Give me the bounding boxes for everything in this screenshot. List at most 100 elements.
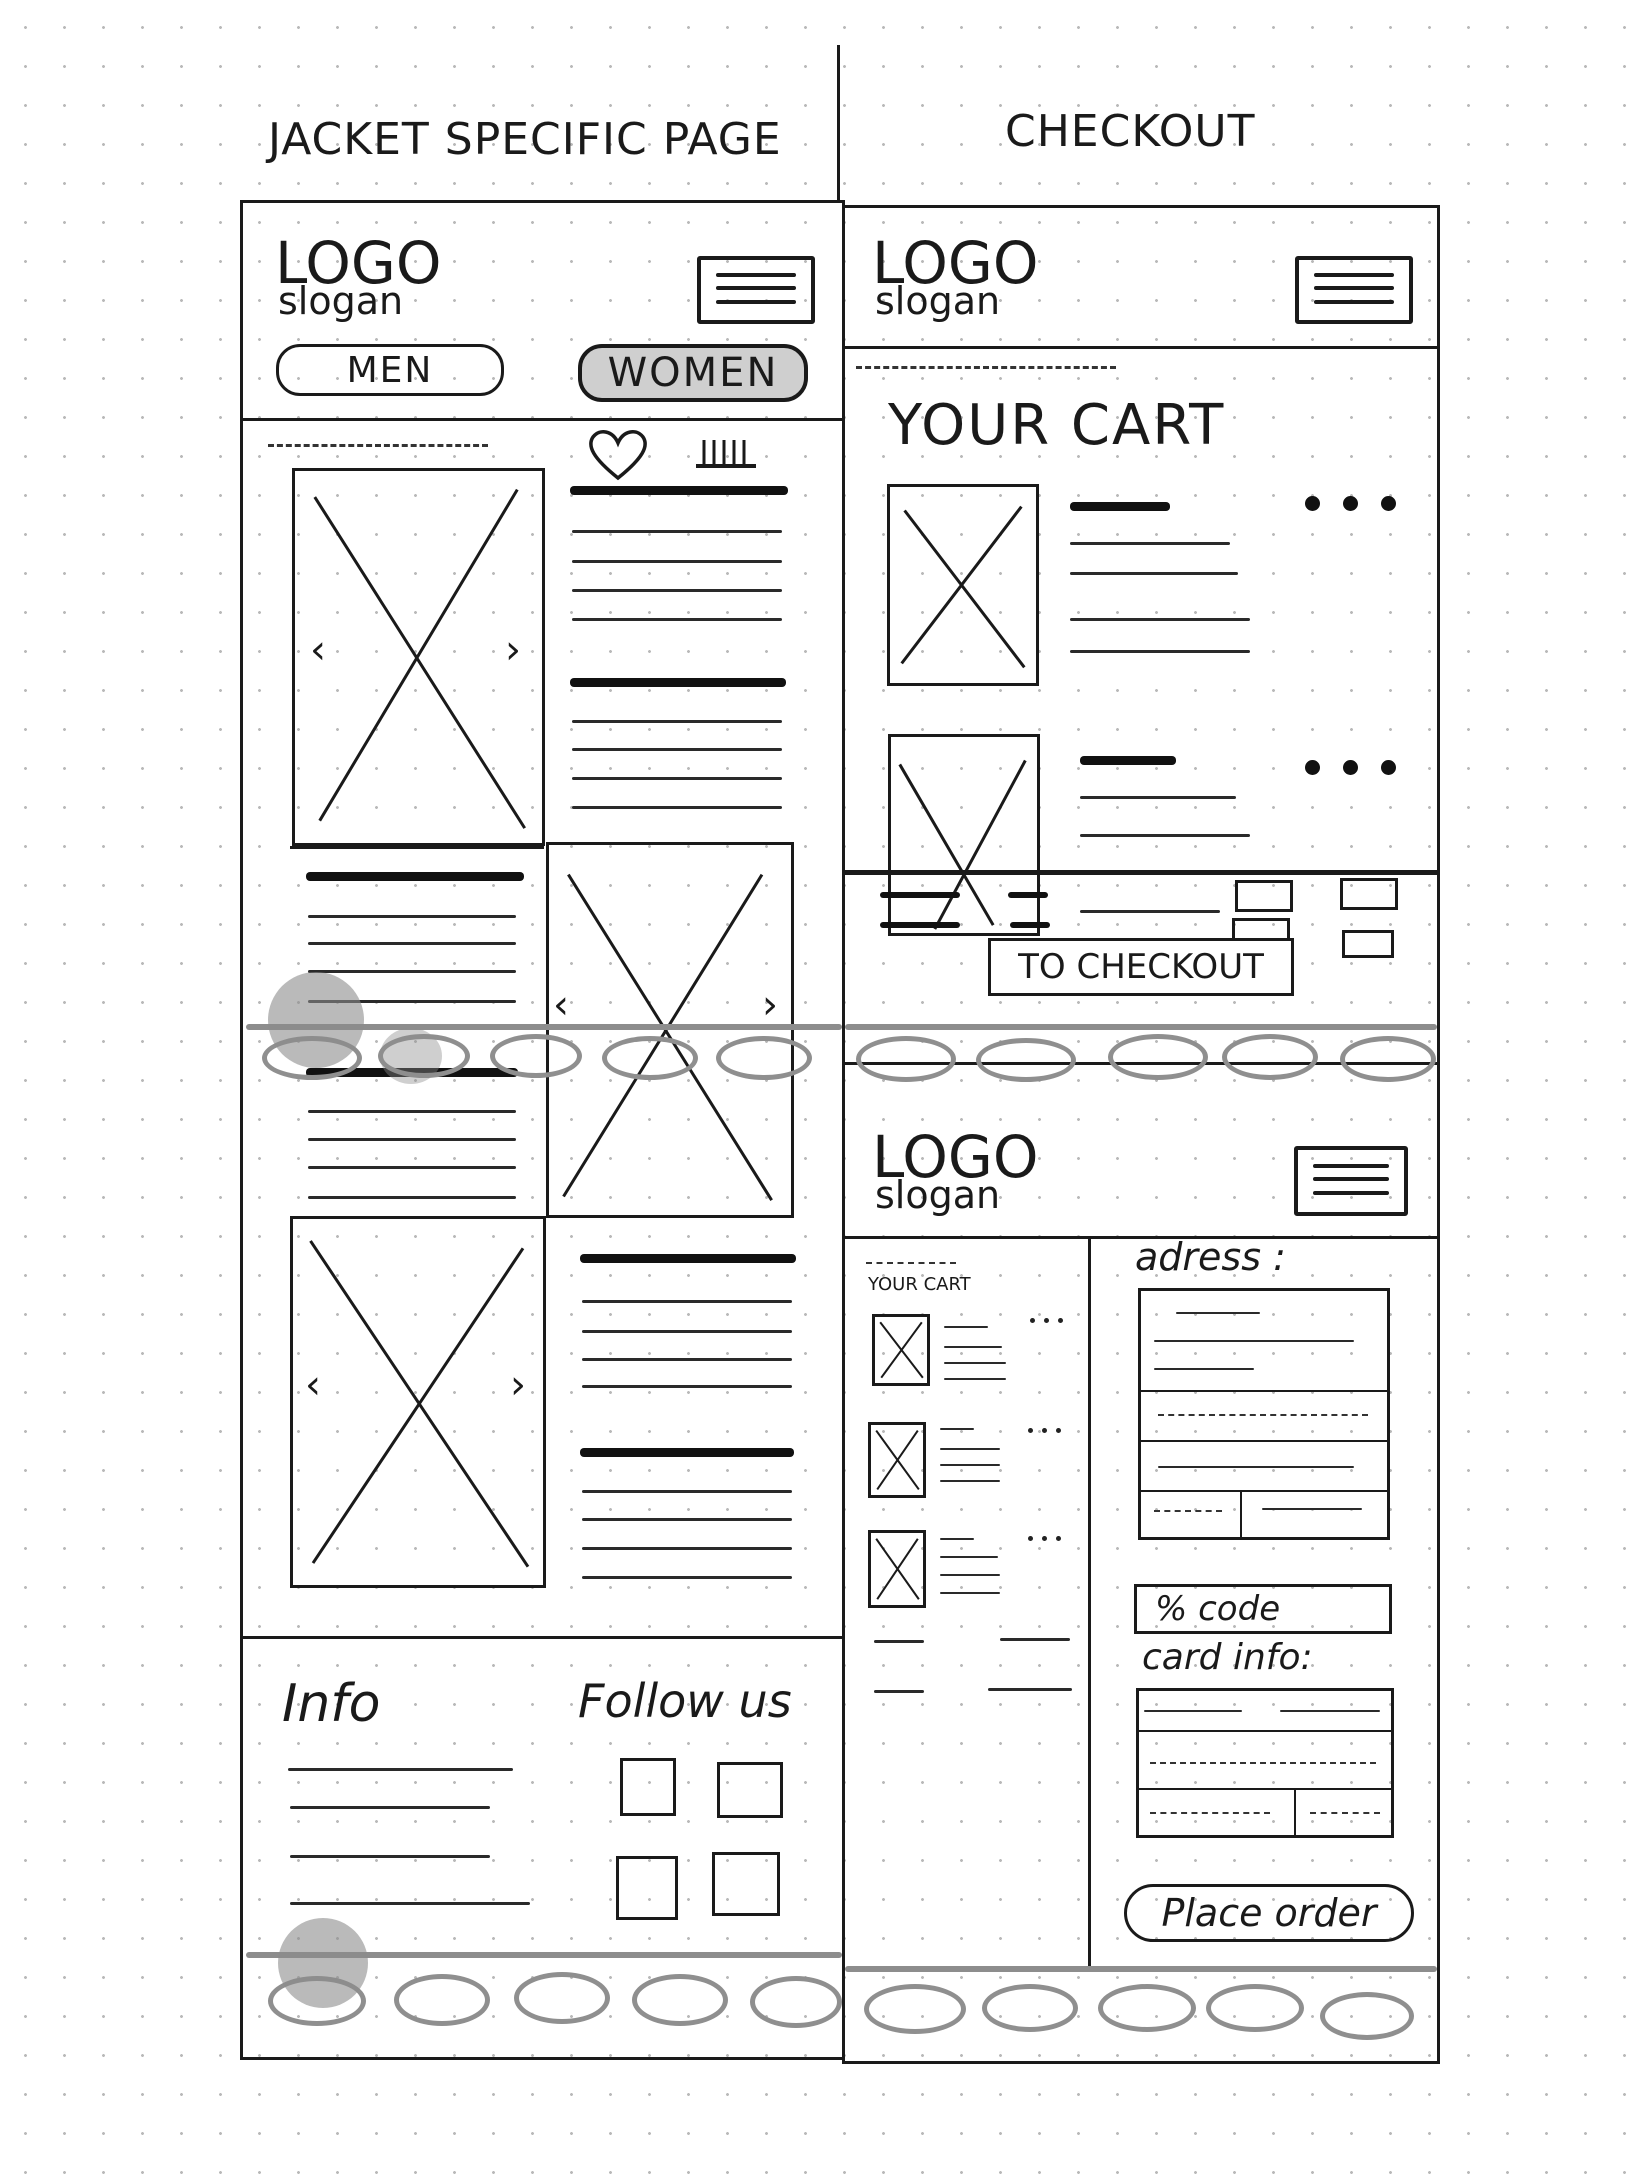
- more-options-icon[interactable]: [1028, 1428, 1068, 1434]
- carousel-prev-icon[interactable]: ‹: [553, 985, 569, 1025]
- carousel-prev-icon[interactable]: ‹: [305, 1365, 321, 1405]
- small-cart-line: [940, 1464, 1000, 1466]
- quantity-field[interactable]: [1340, 878, 1398, 910]
- product-image-3[interactable]: [290, 1216, 546, 1588]
- summary-line: [880, 922, 960, 928]
- bottom-nav-item[interactable]: [1320, 1992, 1414, 2040]
- summary-line: [880, 892, 960, 898]
- breadcrumb[interactable]: [268, 444, 488, 447]
- summary-line: [1008, 892, 1048, 898]
- small-cart-line: [940, 1556, 998, 1558]
- summary-line: [1080, 910, 1220, 913]
- bottom-nav-item[interactable]: [982, 1984, 1078, 2032]
- bottom-nav-item[interactable]: [716, 1036, 812, 1080]
- product-image-2[interactable]: [546, 842, 794, 1218]
- bottom-nav-item[interactable]: [976, 1038, 1076, 1082]
- bottom-nav-item[interactable]: [602, 1036, 698, 1080]
- small-cart-item-image: [868, 1422, 926, 1498]
- product-title: [570, 678, 786, 687]
- address-field-line: [1154, 1340, 1354, 1342]
- desc-line: [582, 1358, 792, 1361]
- desc-line: [572, 589, 782, 592]
- card-field-line: [1150, 1762, 1376, 1764]
- footer-follow-heading: Follow us: [578, 1674, 792, 1728]
- bottom-nav-item[interactable]: [514, 1972, 610, 2024]
- bottom-nav-item[interactable]: [750, 1976, 842, 2028]
- more-options-icon[interactable]: [1028, 1536, 1068, 1542]
- social-icon[interactable]: [616, 1856, 678, 1920]
- bottom-nav-item[interactable]: [394, 1974, 490, 2026]
- desc-line: [308, 1138, 516, 1141]
- small-cart-line: [944, 1378, 1006, 1380]
- social-icon[interactable]: [717, 1762, 783, 1818]
- bottom-nav-item[interactable]: [1206, 1984, 1304, 2032]
- cart-item-line: [1070, 572, 1238, 575]
- bottom-nav-bar: [845, 1024, 1437, 1030]
- product-title: [570, 486, 788, 495]
- carousel-next-icon[interactable]: ›: [762, 985, 778, 1025]
- hamburger-menu-icon[interactable]: [1294, 1146, 1408, 1216]
- card-field-line: [1150, 1812, 1270, 1814]
- more-options-icon[interactable]: [1030, 1318, 1070, 1324]
- small-cart-total: [874, 1690, 924, 1693]
- carousel-next-icon[interactable]: ›: [505, 630, 521, 670]
- card-field-divider: [1139, 1788, 1391, 1790]
- touch-indicator: [268, 972, 364, 1068]
- breadcrumb[interactable]: [856, 366, 1116, 369]
- bottom-nav-bar: [845, 1966, 1437, 1972]
- place-order-button[interactable]: Place order: [1124, 1884, 1414, 1942]
- small-cart-total: [1000, 1638, 1070, 1641]
- desc-line: [572, 618, 782, 621]
- cart-item-image: [888, 734, 1040, 936]
- address-field-line: [1262, 1508, 1362, 1510]
- bottom-nav-item[interactable]: [864, 1984, 966, 2034]
- cart-item-line: [1070, 650, 1250, 653]
- bottom-nav-item[interactable]: [1340, 1036, 1436, 1082]
- bottom-nav-item[interactable]: [632, 1974, 728, 2026]
- desc-line: [582, 1547, 792, 1550]
- summary-line: [1010, 922, 1050, 928]
- footer-link[interactable]: [290, 1855, 490, 1858]
- small-cart-total: [874, 1640, 924, 1643]
- bottom-nav-item[interactable]: [490, 1034, 582, 1078]
- women-button[interactable]: WOMEN: [578, 344, 808, 402]
- heart-icon[interactable]: [585, 428, 651, 481]
- bottom-nav-item[interactable]: [1222, 1034, 1318, 1080]
- footer-link[interactable]: [290, 1806, 490, 1809]
- cart-summary-divider: [845, 870, 1437, 875]
- footer-info-heading: Info: [282, 1674, 381, 1734]
- footer-link[interactable]: [290, 1902, 530, 1905]
- bottom-nav-item[interactable]: [1098, 1984, 1196, 2032]
- more-options-icon[interactable]: [1305, 496, 1405, 514]
- header-divider: [243, 418, 843, 421]
- hamburger-menu-icon[interactable]: [697, 256, 815, 324]
- ruler-icon[interactable]: [694, 434, 758, 470]
- right-column-heading: CHECKOUT: [1005, 106, 1256, 157]
- address-field-line: [1158, 1466, 1354, 1468]
- breadcrumb[interactable]: [866, 1262, 956, 1264]
- men-button[interactable]: MEN: [276, 344, 504, 396]
- card-info-label: card info:: [1142, 1637, 1313, 1678]
- cart-item-title: [1070, 502, 1170, 511]
- desc-line: [308, 970, 516, 973]
- small-cart-line: [940, 1592, 1000, 1594]
- card-field-divider: [1139, 1730, 1391, 1732]
- quantity-field[interactable]: [1235, 880, 1293, 912]
- quantity-field[interactable]: [1342, 930, 1394, 958]
- bottom-nav-item[interactable]: [1108, 1034, 1208, 1080]
- more-options-icon[interactable]: [1305, 760, 1405, 778]
- carousel-next-icon[interactable]: ›: [510, 1365, 526, 1405]
- hamburger-menu-icon[interactable]: [1295, 256, 1413, 324]
- social-icon[interactable]: [712, 1852, 780, 1916]
- carousel-prev-icon[interactable]: ‹: [310, 630, 326, 670]
- promo-code-input[interactable]: % code: [1134, 1584, 1392, 1634]
- footer-link[interactable]: [288, 1768, 513, 1771]
- small-cart-line: [940, 1574, 1000, 1576]
- footer-divider: [243, 1636, 843, 1639]
- desc-line: [308, 1196, 516, 1199]
- social-icon[interactable]: [620, 1758, 676, 1816]
- bottom-nav-item[interactable]: [856, 1036, 956, 1082]
- cart-item-line: [1070, 618, 1250, 621]
- desc-line: [582, 1518, 792, 1521]
- to-checkout-button[interactable]: TO CHECKOUT: [988, 938, 1294, 996]
